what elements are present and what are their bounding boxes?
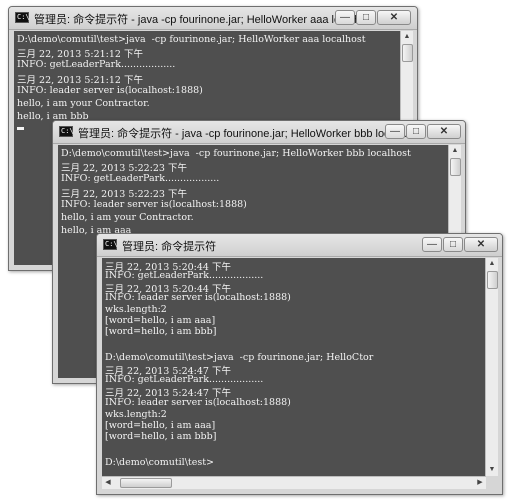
minimize-button[interactable]: — [335, 10, 355, 25]
console-line: 三月 22, 2013 5:21:12 下午 [17, 49, 143, 60]
scroll-thumb[interactable] [450, 158, 461, 176]
console-line: D:\demo\comutil\test>java -cp fourinone.… [17, 34, 366, 45]
console-line: INFO: leader server is(localhost:1888) [17, 85, 203, 96]
maximize-button[interactable]: □ [356, 10, 376, 25]
console-output[interactable]: 三月 22, 2013 5:20:44 下午 INFO: getLeaderPa… [102, 258, 486, 476]
scroll-thumb[interactable] [402, 44, 413, 62]
console-line: INFO: leader server is(localhost:1888) [105, 397, 291, 408]
scroll-down-arrow-icon[interactable]: ▼ [486, 464, 498, 476]
console-line: INFO: getLeaderPark.................. [105, 374, 264, 385]
scroll-up-arrow-icon[interactable]: ▲ [401, 31, 413, 43]
text-cursor [17, 127, 24, 130]
console-line: 三月 22, 2013 5:22:23 下午 [61, 189, 187, 200]
maximize-button[interactable]: □ [443, 237, 463, 252]
console-line: [word=hello, i am bbb] [105, 326, 217, 337]
minimize-button[interactable]: — [385, 124, 405, 139]
console-line: 三月 22, 2013 5:22:23 下午 [61, 163, 187, 174]
console-line: [word=hello, i am aaa] [105, 420, 216, 431]
console-line: D:\demo\comutil\test>java -cp fourinone.… [61, 148, 411, 159]
scroll-thumb[interactable] [487, 271, 498, 289]
cmd-icon: C:\ [15, 12, 30, 23]
cmd-icon: C:\ [103, 239, 118, 250]
close-button[interactable]: ✕ [464, 237, 498, 252]
console-line: D:\demo\comutil\test> [105, 457, 215, 468]
minimize-button[interactable]: — [422, 237, 442, 252]
scroll-left-arrow-icon[interactable]: ◀ [102, 477, 114, 489]
title-bar[interactable]: C:\ 管理员: 命令提示符 - java -cp fourinone.jar;… [53, 121, 465, 144]
console-line: INFO: getLeaderPark.................. [17, 59, 176, 70]
console-line: hello, i am your Contractor. [61, 212, 194, 223]
console-line: INFO: getLeaderPark.................. [61, 173, 220, 184]
console-line: wks.length:2 [105, 409, 167, 420]
horizontal-scrollbar[interactable]: ◀ ▶ [102, 476, 486, 489]
scroll-right-arrow-icon[interactable]: ▶ [474, 477, 486, 489]
console-line: INFO: getLeaderPark.................. [105, 270, 264, 281]
console-line: [word=hello, i am bbb] [105, 431, 217, 442]
vertical-scrollbar[interactable]: ▲ ▼ [485, 258, 498, 476]
maximize-button[interactable]: □ [406, 124, 426, 139]
scroll-up-arrow-icon[interactable]: ▲ [449, 145, 461, 157]
horizontal-scroll-thumb[interactable] [120, 478, 172, 488]
scroll-up-arrow-icon[interactable]: ▲ [486, 258, 498, 270]
console-line: [word=hello, i am aaa] [105, 315, 216, 326]
close-button[interactable]: ✕ [377, 10, 411, 25]
cmd-icon: C:\ [59, 126, 74, 137]
window-title: 管理员: 命令提示符 [122, 241, 217, 253]
title-bar[interactable]: C:\ 管理员: 命令提示符 — □ ✕ [97, 234, 502, 257]
console-line: INFO: leader server is(localhost:1888) [61, 199, 247, 210]
console-line: hello, i am your Contractor. [17, 98, 150, 109]
console-line: D:\demo\comutil\test>java -cp fourinone.… [105, 352, 374, 363]
window-title: 管理员: 命令提示符 - java -cp fourinone.jar; Hel… [78, 128, 408, 140]
console-line: wks.length:2 [105, 304, 167, 315]
window-title: 管理员: 命令提示符 - java -cp fourinone.jar; Hel… [34, 14, 370, 26]
console-window-ctor[interactable]: C:\ 管理员: 命令提示符 — □ ✕ 三月 22, 2013 5:20:44… [96, 233, 503, 495]
close-button[interactable]: ✕ [427, 124, 461, 139]
console-line: 三月 22, 2013 5:21:12 下午 [17, 75, 143, 86]
title-bar[interactable]: C:\ 管理员: 命令提示符 - java -cp fourinone.jar;… [9, 7, 417, 30]
console-line: INFO: leader server is(localhost:1888) [105, 292, 291, 303]
